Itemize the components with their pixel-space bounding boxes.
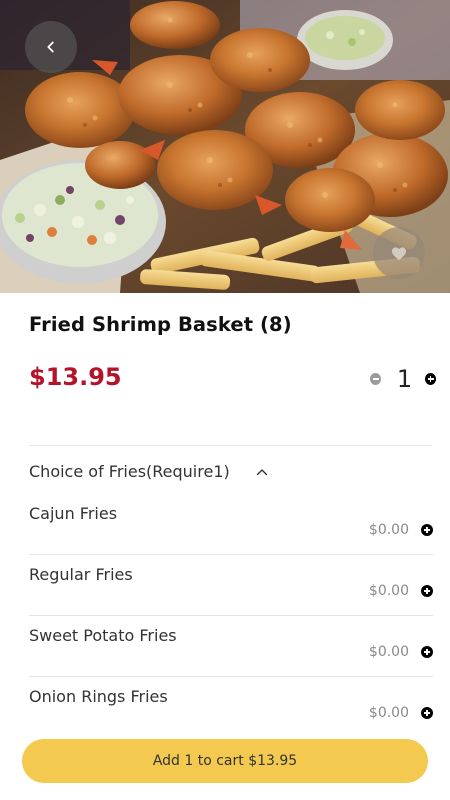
- add-option-button[interactable]: [421, 524, 433, 536]
- option-name: Onion Rings Fries: [29, 687, 168, 706]
- option-price: $0.00: [368, 644, 409, 660]
- option-divider: [29, 676, 433, 677]
- option-cajun-fries[interactable]: Cajun Fries $0.00: [29, 504, 433, 565]
- product-price: $13.95: [29, 363, 122, 391]
- option-price: $0.00: [368, 522, 409, 538]
- fries-choice-title: Choice of Fries(Require1): [29, 462, 230, 481]
- option-regular-fries[interactable]: Regular Fries $0.00: [29, 565, 433, 626]
- quantity-stepper: 1: [366, 364, 436, 394]
- heart-icon: [392, 246, 406, 260]
- product-detail-screen: Fried Shrimp Basket (8) $13.95 1 Choice …: [0, 0, 450, 800]
- option-name: Cajun Fries: [29, 504, 118, 523]
- increase-quantity-button[interactable]: [424, 373, 436, 385]
- add-option-button[interactable]: [421, 646, 433, 658]
- product-photo: [0, 0, 450, 293]
- option-divider: [29, 554, 433, 555]
- option-name: Sweet Potato Fries: [29, 626, 177, 645]
- favorite-button[interactable]: [373, 227, 425, 279]
- quantity-value: 1: [396, 365, 413, 393]
- decrease-quantity-button[interactable]: [370, 373, 382, 385]
- fries-choice-header[interactable]: Choice of Fries(Require1): [29, 462, 268, 481]
- option-price: $0.00: [368, 583, 409, 599]
- add-option-button[interactable]: [421, 585, 433, 597]
- option-sweet-potato-fries[interactable]: Sweet Potato Fries $0.00: [29, 626, 433, 687]
- back-button[interactable]: [25, 21, 77, 73]
- option-divider: [29, 615, 433, 616]
- chevron-left-icon: [47, 41, 54, 53]
- add-to-cart-button[interactable]: Add 1 to cart $13.95: [22, 739, 428, 783]
- add-option-button[interactable]: [421, 707, 433, 719]
- section-divider: [29, 445, 432, 446]
- option-name: Regular Fries: [29, 565, 133, 584]
- option-price: $0.00: [368, 705, 409, 721]
- product-title: Fried Shrimp Basket (8): [29, 313, 292, 336]
- add-to-cart-label: Add 1 to cart $13.95: [152, 753, 298, 769]
- chevron-up-icon: [256, 468, 267, 475]
